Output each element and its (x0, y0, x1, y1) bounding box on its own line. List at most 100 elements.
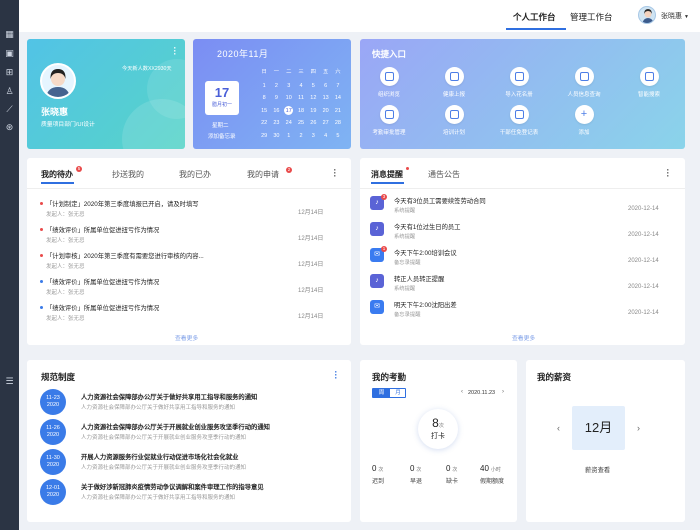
add-memo-link[interactable]: 添加备忘录 (208, 132, 236, 140)
toggle-month[interactable]: 月 (390, 389, 405, 397)
calendar-day[interactable]: 23 (270, 117, 282, 130)
status-dot (40, 228, 43, 231)
org-chart-icon[interactable]: ⊞ (4, 67, 15, 78)
more-icon[interactable]: · · · (333, 166, 337, 181)
rule-title: 关于做好涉新冠肺炎疫情劳动争议调解和案件审理工作的指导意见 (81, 484, 264, 491)
todo-title: 「绩效评价」所属单位促进扭亏作为情况 (46, 227, 160, 234)
todo-view-more[interactable]: 查看更多 (175, 333, 198, 342)
rule-date-mm: 11-23 (46, 395, 60, 401)
tab-messages[interactable]: 消息提醒 (371, 169, 403, 180)
calendar-day[interactable]: 18 (295, 105, 307, 118)
quick-item-training-plan[interactable]: 培训计划 (432, 105, 476, 136)
calendar-day-label: 30 (273, 132, 280, 139)
quick-item-add[interactable]: + 添加 (562, 105, 606, 136)
calendar-day[interactable]: 16 (270, 105, 282, 118)
rule-summary: 人力资源社会保障部办公厅关于做好共享用工指导和服务的通知 (81, 405, 236, 411)
notice-view-more[interactable]: 查看更多 (512, 333, 535, 342)
quick-item-smart-search[interactable]: 智能搜索 (627, 67, 671, 98)
rule-summary: 人力资源社会保障部办公厅关于开展就业创业服务攻坚季行动的通知 (81, 435, 247, 441)
prev-month-icon[interactable]: ‹ (557, 423, 560, 433)
calendar-day[interactable]: 5 (332, 130, 344, 143)
dashboard-icon[interactable]: ▦ (4, 29, 15, 40)
users-icon[interactable]: ♙ (4, 86, 15, 97)
calendar-day[interactable]: 2 (270, 80, 282, 93)
calendar-day[interactable]: 26 (307, 117, 319, 130)
calendar-day[interactable]: 27 (320, 117, 332, 130)
more-icon[interactable]: · · · (173, 44, 177, 59)
calendar-day[interactable]: 2 (295, 130, 307, 143)
calendar-day[interactable]: 3 (283, 80, 295, 93)
user-menu[interactable]: 张晓惠 ▼ (661, 11, 689, 21)
calendar-day[interactable]: 30 (270, 130, 282, 143)
calendar-day[interactable]: 29 (258, 130, 270, 143)
calendar-day[interactable]: 15 (258, 105, 270, 118)
tab-management-workbench[interactable]: 管理工作台 (570, 11, 613, 23)
trend-icon[interactable]: ⟋ (4, 104, 15, 115)
calendar-day-label: 23 (273, 120, 280, 126)
calendar-day[interactable]: 13 (320, 92, 332, 105)
calendar-day[interactable]: 1 (283, 130, 295, 143)
tab-my-todo[interactable]: 我的待办 (41, 169, 73, 180)
status-dot (40, 202, 43, 205)
calendar-day[interactable]: 28 (332, 117, 344, 130)
prev-date-icon[interactable]: ‹ (461, 389, 463, 395)
calendar-day[interactable]: 5 (307, 80, 319, 93)
smart-search-icon (639, 67, 659, 86)
calendar-day[interactable]: 7 (332, 80, 344, 93)
calendar-weekday-head: 六 (335, 69, 341, 75)
calendar-day[interactable]: 8 (258, 92, 270, 105)
quick-item-health-report[interactable]: 健康上报 (432, 67, 476, 98)
more-icon[interactable]: · · · (334, 368, 338, 383)
toggle-week[interactable]: 周 (373, 389, 390, 397)
calendar-day[interactable]: 21 (332, 105, 344, 118)
salary-view-link[interactable]: 薪资查看 (585, 465, 610, 474)
calendar-day[interactable]: 1 (258, 80, 270, 93)
quick-item-cadre-register[interactable]: 干部任免登记表 (497, 105, 541, 136)
calendar-day-label: 9 (274, 95, 278, 101)
quick-item-org-browse[interactable]: 组织浏览 (367, 67, 411, 98)
period-toggle: 周 月 (372, 388, 406, 398)
quick-item-person-query[interactable]: 人员信息查询 (562, 67, 606, 98)
calendar-day[interactable]: 20 (320, 105, 332, 118)
stat-leave-quota: 40 小时 假期额度 (480, 464, 504, 485)
quick-item-label: 干部任免登记表 (499, 130, 539, 136)
org-browse-icon (379, 67, 399, 86)
calendar-day[interactable]: 3 (307, 130, 319, 143)
tab-my-applications[interactable]: 我的申请 (247, 169, 279, 180)
next-month-icon[interactable]: › (637, 423, 640, 433)
calendar-day[interactable]: 10 (283, 92, 295, 105)
profile-card: · · · 今天新人数XX2930天 张晓惠 质量项目部门/UI设计 (27, 39, 185, 149)
calendar-day[interactable]: 14 (332, 92, 344, 105)
rule-title: 人力资源社会保障部办公厅关于开展就业创业服务攻坚季行动的通知 (81, 424, 270, 431)
calendar-day[interactable]: 6 (320, 80, 332, 93)
gift-icon[interactable]: ▣ (4, 48, 15, 59)
calendar-day[interactable]: 4 (295, 80, 307, 93)
collapse-menu-icon[interactable]: ☰ (4, 376, 15, 387)
calendar-day[interactable]: 19 (307, 105, 319, 118)
quick-item-attendance-approval[interactable]: 考勤审批管理 (367, 105, 411, 136)
calendar-day[interactable]: 22 (258, 117, 270, 130)
attendance-card: 我的考勤 周 月 ‹ 2020.11.23 › 8次 打卡 0 次 迟到 0 次 … (360, 360, 517, 522)
calendar-day[interactable]: 12 (307, 92, 319, 105)
calendar-day[interactable]: 4 (320, 130, 332, 143)
quick-item-import-roster[interactable]: 导入花名册 (497, 67, 541, 98)
cadre-register-icon (509, 105, 529, 124)
more-icon[interactable]: · · · (666, 166, 670, 181)
user-avatar[interactable] (638, 6, 656, 24)
calendar-day[interactable]: 24 (283, 117, 295, 130)
punch-button[interactable]: 8次 打卡 (418, 409, 458, 449)
tab-announcements[interactable]: 通告公告 (428, 169, 460, 180)
quick-item-label: 导入花名册 (505, 92, 533, 98)
calendar-day[interactable]: 11 (295, 92, 307, 105)
currency-icon[interactable]: ⊛ (4, 122, 15, 133)
calendar-day[interactable]: 17 (283, 105, 295, 118)
next-date-icon[interactable]: › (502, 389, 504, 395)
calendar-card: 2020年11月 17 腊月初一 星期二 添加备忘录 日一二三四五六123456… (193, 39, 351, 149)
calendar-month-title: 2020年11月 (217, 49, 269, 59)
top-user-name: 张晓惠 (661, 13, 682, 20)
calendar-day[interactable]: 25 (295, 117, 307, 130)
calendar-day[interactable]: 9 (270, 92, 282, 105)
tab-my-done[interactable]: 我的已办 (179, 169, 211, 180)
tab-personal-workbench[interactable]: 个人工作台 (513, 11, 556, 23)
tab-cc-me[interactable]: 抄送我的 (112, 169, 144, 180)
